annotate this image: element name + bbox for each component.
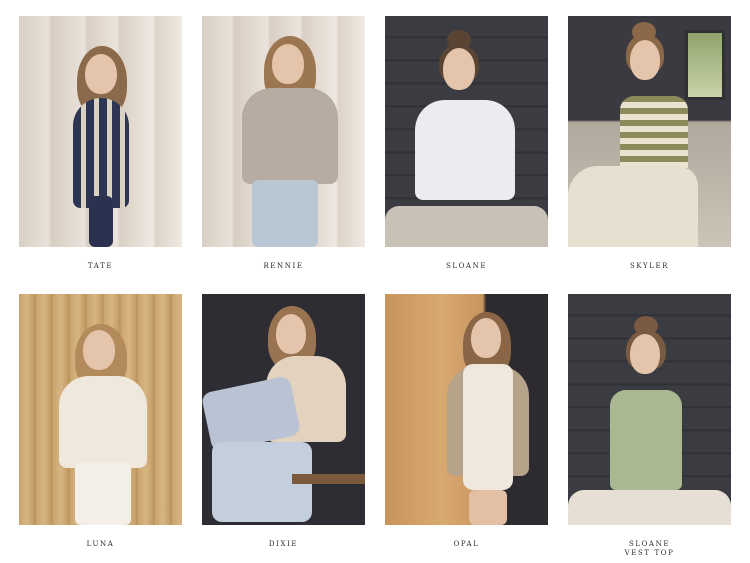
product-photo[interactable] (385, 16, 548, 247)
product-grid: TATE RENNIE SLOANE SKYLER LUNA DIXIE OPA… (19, 16, 731, 562)
product-photo[interactable] (19, 294, 182, 525)
product-name[interactable]: RENNIE (202, 262, 365, 270)
product-card-luna[interactable]: LUNA (19, 294, 182, 562)
product-photo[interactable] (202, 16, 365, 247)
product-card-skyler[interactable]: SKYLER (568, 16, 731, 294)
product-photo[interactable] (19, 16, 182, 247)
product-name[interactable]: OPAL (385, 540, 548, 548)
product-card-rennie[interactable]: RENNIE (202, 16, 365, 294)
product-photo[interactable] (385, 294, 548, 525)
product-card-opal[interactable]: OPAL (385, 294, 548, 562)
product-name[interactable]: TATE (19, 262, 182, 270)
product-name[interactable]: LUNA (19, 540, 182, 548)
product-photo[interactable] (568, 294, 731, 525)
product-subtitle: VEST TOP (624, 549, 675, 557)
product-name[interactable]: SLOANE (568, 540, 731, 548)
product-card-dixie[interactable]: DIXIE (202, 294, 365, 562)
product-photo[interactable] (202, 294, 365, 525)
product-card-sloane-vest-top[interactable]: SLOANE VEST TOP (568, 294, 731, 562)
product-name[interactable]: DIXIE (202, 540, 365, 548)
product-name[interactable]: SKYLER (568, 262, 731, 270)
product-name[interactable]: SLOANE (385, 262, 548, 270)
product-photo[interactable] (568, 16, 731, 247)
product-card-sloane[interactable]: SLOANE (385, 16, 548, 294)
product-card-tate[interactable]: TATE (19, 16, 182, 294)
